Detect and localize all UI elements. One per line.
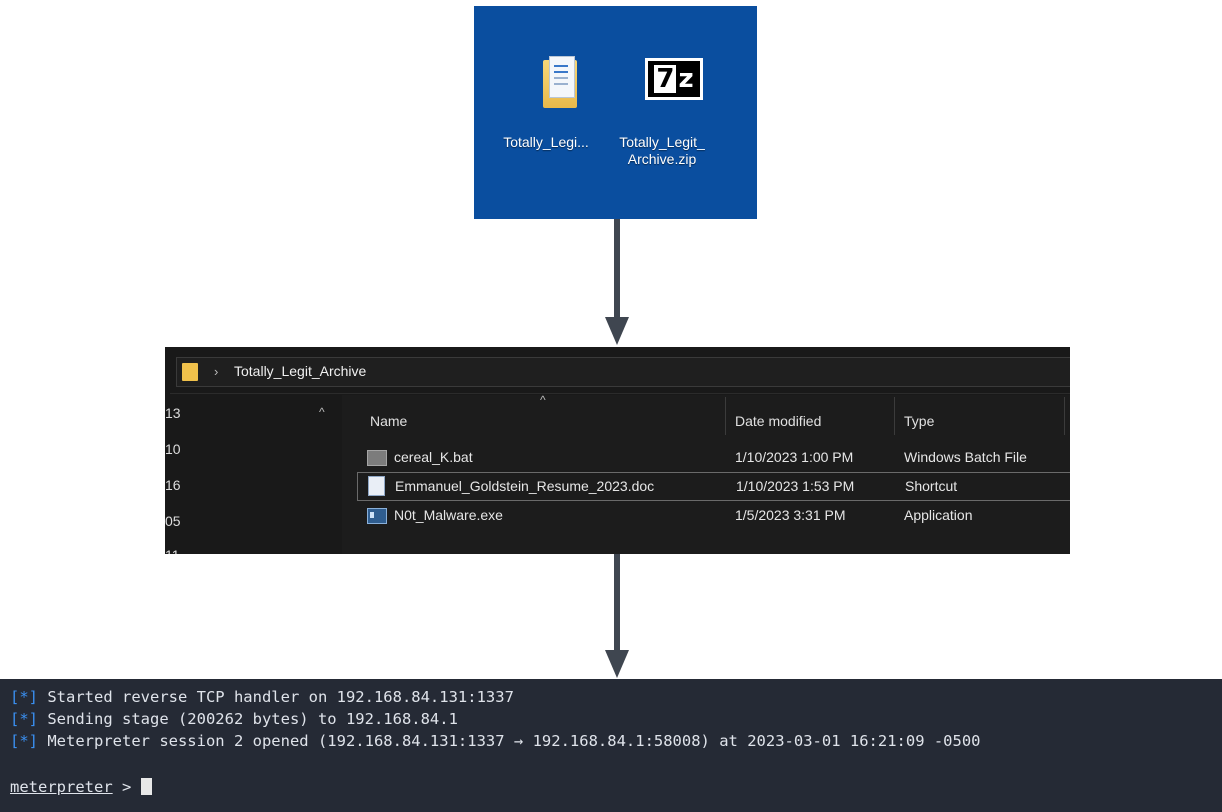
chevron-right-icon: › <box>214 364 219 379</box>
status-tag: [*] <box>10 688 38 706</box>
terminal-text: Sending stage (200262 bytes) to 192.168.… <box>38 710 458 728</box>
desktop-icon-label: Totally_Legi... <box>503 134 589 150</box>
terminal-line: [*] Started reverse TCP handler on 192.1… <box>10 688 514 706</box>
desktop-icon-label: Archive.zip <box>627 151 697 167</box>
application-icon <box>367 508 387 524</box>
tree-item[interactable]: 16 <box>165 477 181 493</box>
file-name: N0t_Malware.exe <box>394 507 503 523</box>
file-date: 1/5/2023 3:31 PM <box>735 507 846 523</box>
tree-item[interactable]: 05 <box>165 513 181 529</box>
batch-file-icon <box>367 450 387 466</box>
address-bar[interactable]: › Totally_Legit_Archive <box>170 347 1070 394</box>
file-name: Emmanuel_Goldstein_Resume_2023.doc <box>395 478 655 494</box>
column-header-date[interactable]: Date modified <box>735 413 821 429</box>
file-row[interactable]: N0t_Malware.exe 1/5/2023 3:31 PM Applica… <box>357 502 1070 529</box>
flow-arrow <box>604 554 630 678</box>
column-header-name[interactable]: Name <box>370 413 407 429</box>
prompt-suffix: > <box>112 778 141 796</box>
file-date: 1/10/2023 1:00 PM <box>735 449 854 465</box>
file-type: Shortcut <box>905 478 958 494</box>
chevron-up-icon[interactable]: ^ <box>319 405 325 419</box>
desktop-icon-folder[interactable]: Totally_Legi... <box>486 56 606 151</box>
terminal-prompt-line[interactable]: meterpreter > <box>10 778 152 796</box>
desktop-icon-archive[interactable]: 7z Totally_Legit_ Archive.zip <box>602 56 722 168</box>
terminal-line: [*] Meterpreter session 2 opened (192.16… <box>10 732 981 750</box>
7zip-archive-icon: 7z <box>602 56 722 112</box>
column-divider[interactable] <box>1064 397 1065 435</box>
folder-icon <box>182 363 198 381</box>
text-cursor <box>140 778 152 795</box>
tree-item[interactable]: 11 <box>165 547 180 554</box>
prompt-label: meterpreter <box>10 778 113 796</box>
flow-arrow <box>604 219 630 345</box>
terminal-line: [*] Sending stage (200262 bytes) to 192.… <box>10 710 458 728</box>
file-date: 1/10/2023 1:53 PM <box>736 478 855 494</box>
file-row[interactable]: cereal_K.bat 1/10/2023 1:00 PM Windows B… <box>357 444 1070 471</box>
column-header-type[interactable]: Type <box>904 413 934 429</box>
file-row[interactable]: Emmanuel_Goldstein_Resume_2023.doc 1/10/… <box>357 472 1070 501</box>
file-type: Application <box>904 507 973 523</box>
navigation-pane: 13 10 16 05 11 ^ <box>165 395 340 554</box>
breadcrumb[interactable]: Totally_Legit_Archive <box>234 363 366 379</box>
document-shortcut-icon <box>368 476 385 496</box>
file-list: ^ Name Date modified Type cereal_K.bat 1… <box>342 393 1070 554</box>
file-explorer-window: › Totally_Legit_Archive 13 10 16 05 11 ^… <box>165 347 1070 554</box>
column-divider[interactable] <box>725 397 726 435</box>
file-type: Windows Batch File <box>904 449 1027 465</box>
tree-item[interactable]: 10 <box>165 441 181 457</box>
terminal-text: Started reverse TCP handler on 192.168.8… <box>38 688 514 706</box>
desktop-icon-label: Totally_Legit_ <box>619 134 705 150</box>
file-name: cereal_K.bat <box>394 449 473 465</box>
desktop-panel: Totally_Legi... 7z Totally_Legit_ Archiv… <box>474 6 757 219</box>
folder-with-document-icon <box>486 56 606 112</box>
terminal-text: Meterpreter session 2 opened (192.168.84… <box>38 732 981 750</box>
column-divider[interactable] <box>894 397 895 435</box>
terminal-output: [*] Started reverse TCP handler on 192.1… <box>0 679 1222 812</box>
sort-caret-icon: ^ <box>540 393 546 407</box>
tree-item[interactable]: 13 <box>165 405 181 421</box>
status-tag: [*] <box>10 710 38 728</box>
status-tag: [*] <box>10 732 38 750</box>
